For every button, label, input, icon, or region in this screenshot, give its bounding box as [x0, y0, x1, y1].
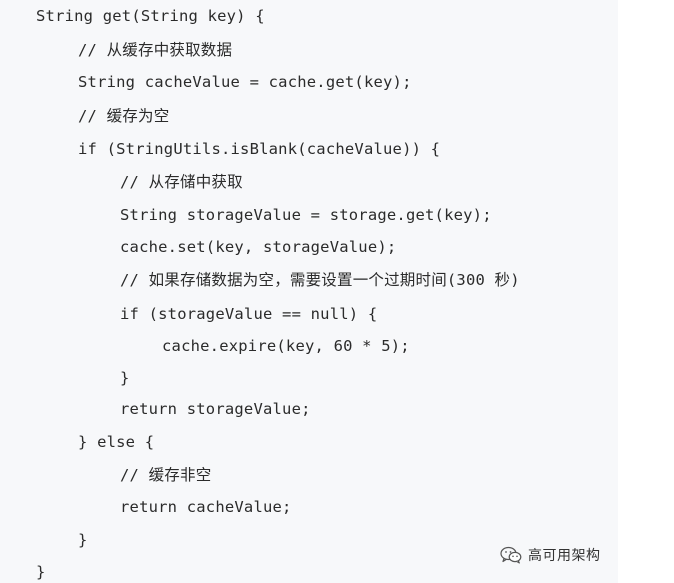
- code-block: String get(String key) { // 从缓存中获取数据 Str…: [0, 0, 618, 583]
- code-comment: // 如果存储数据为空，需要设置一个过期时间(300 秒): [120, 271, 520, 289]
- watermark: 高可用架构: [500, 544, 601, 566]
- code-line: } else {: [78, 433, 155, 451]
- code-line: String get(String key) {: [36, 7, 265, 25]
- wechat-icon: [500, 546, 522, 564]
- code-line: cache.set(key, storageValue);: [120, 238, 397, 256]
- code-line: String storageValue = storage.get(key);: [120, 206, 492, 224]
- code-line: String cacheValue = cache.get(key);: [78, 73, 412, 91]
- code-line: }: [36, 563, 46, 581]
- code-comment: // 缓存为空: [78, 107, 170, 125]
- watermark-text: 高可用架构: [528, 548, 601, 564]
- code-line: return cacheValue;: [120, 498, 292, 516]
- code-comment: // 缓存非空: [120, 466, 212, 484]
- code-line: }: [78, 531, 88, 549]
- code-line: if (StringUtils.isBlank(cacheValue)) {: [78, 140, 441, 158]
- code-line: }: [120, 369, 130, 387]
- code-comment: // 从缓存中获取数据: [78, 41, 233, 59]
- code-line: return storageValue;: [120, 400, 311, 418]
- code-line: cache.expire(key, 60 * 5);: [162, 337, 410, 355]
- code-comment: // 从存储中获取: [120, 173, 243, 191]
- code-line: if (storageValue == null) {: [120, 305, 378, 323]
